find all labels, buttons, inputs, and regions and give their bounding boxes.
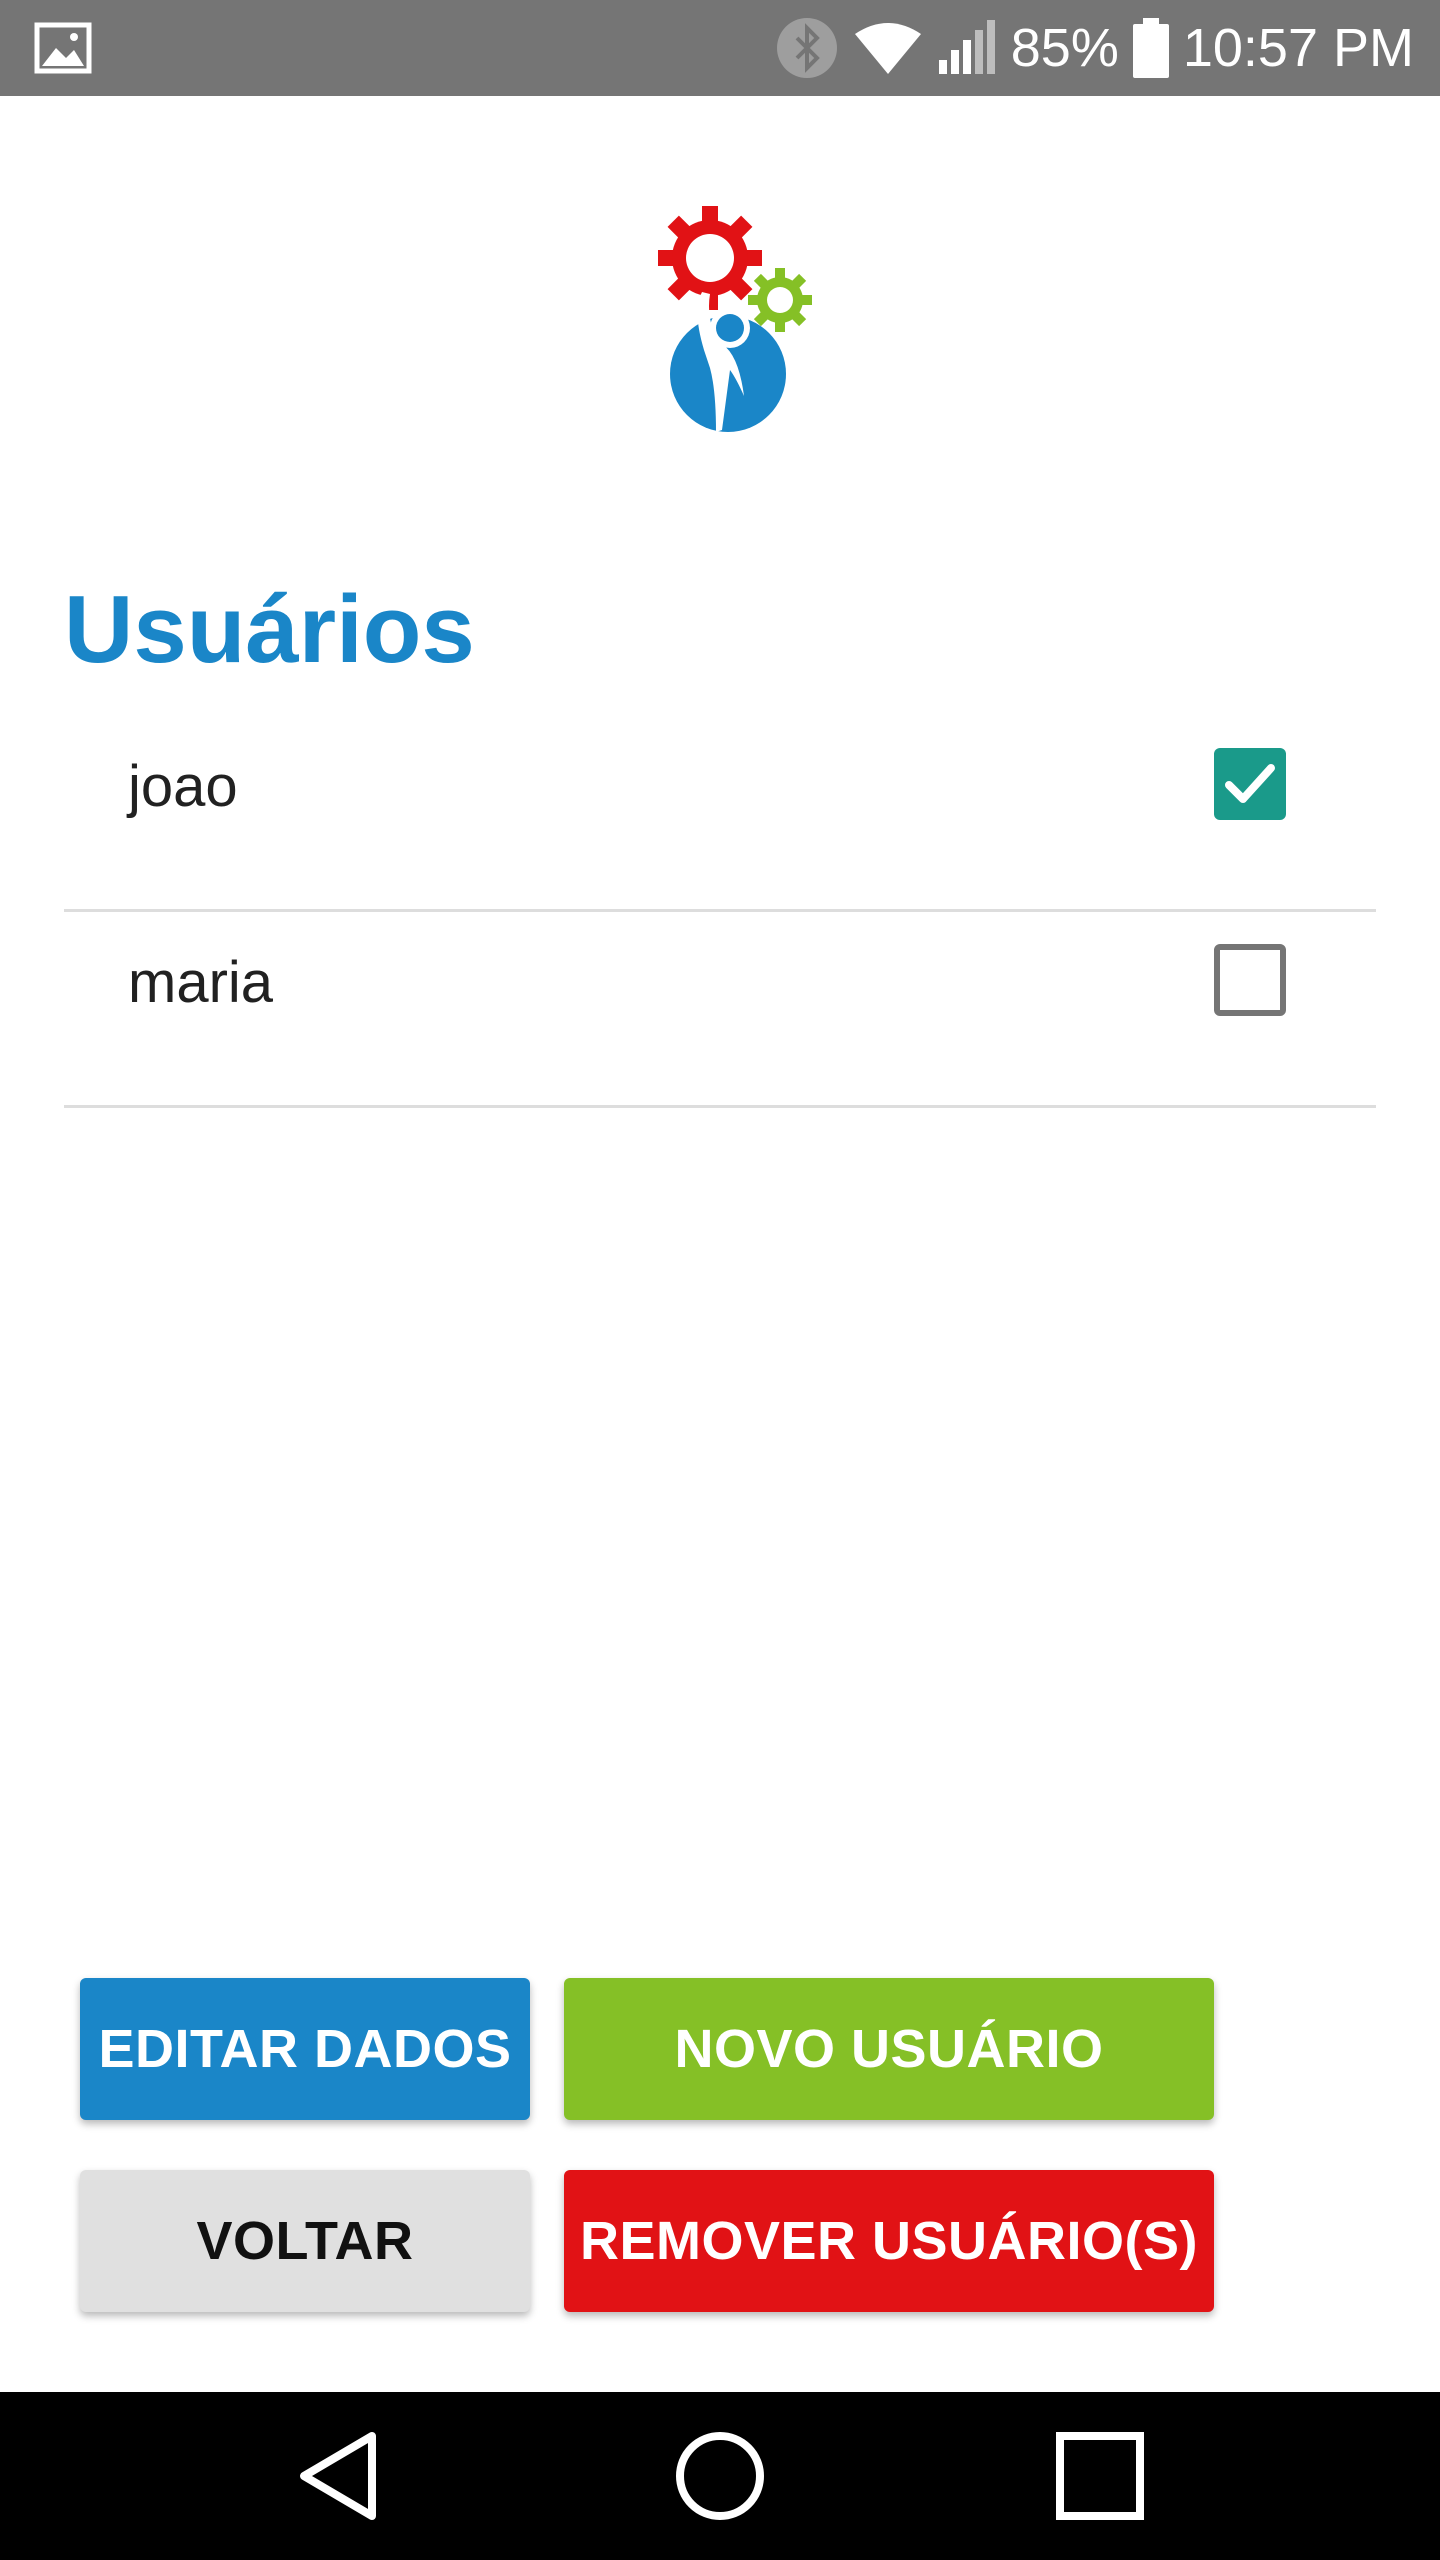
page-title: Usuários bbox=[64, 576, 475, 683]
status-time: 10:57 PM bbox=[1182, 18, 1414, 78]
home-circle-icon[interactable] bbox=[670, 2426, 770, 2526]
status-bar: 85% 10:57 PM bbox=[0, 0, 1440, 96]
bluetooth-icon bbox=[775, 16, 839, 80]
back-triangle-icon[interactable] bbox=[290, 2426, 390, 2526]
list-item-joao[interactable]: joao bbox=[64, 716, 1376, 912]
wifi-icon bbox=[853, 20, 923, 76]
navigation-bar bbox=[0, 2392, 1440, 2560]
gallery-icon bbox=[34, 22, 92, 74]
new-user-button[interactable]: NOVO USUÁRIO bbox=[564, 1978, 1214, 2120]
list-item-maria[interactable]: maria bbox=[64, 912, 1376, 1108]
user-list: joao maria bbox=[64, 716, 1376, 1108]
signal-icon bbox=[937, 20, 997, 76]
battery-icon bbox=[1132, 18, 1169, 78]
list-item-label: joao bbox=[128, 754, 238, 819]
recents-square-icon[interactable] bbox=[1050, 2426, 1150, 2526]
back-button[interactable]: VOLTAR bbox=[80, 2170, 530, 2312]
user-checkbox-maria[interactable] bbox=[1214, 944, 1286, 1016]
battery-percent: 85% bbox=[1010, 18, 1119, 78]
check-icon bbox=[1225, 764, 1275, 803]
user-checkbox-joao[interactable] bbox=[1214, 748, 1286, 820]
gears-person-logo bbox=[652, 200, 824, 448]
remove-users-button[interactable]: REMOVER USUÁRIO(S) bbox=[564, 2170, 1214, 2312]
list-item-label: maria bbox=[128, 950, 274, 1015]
edit-data-button[interactable]: EDITAR DADOS bbox=[80, 1978, 530, 2120]
